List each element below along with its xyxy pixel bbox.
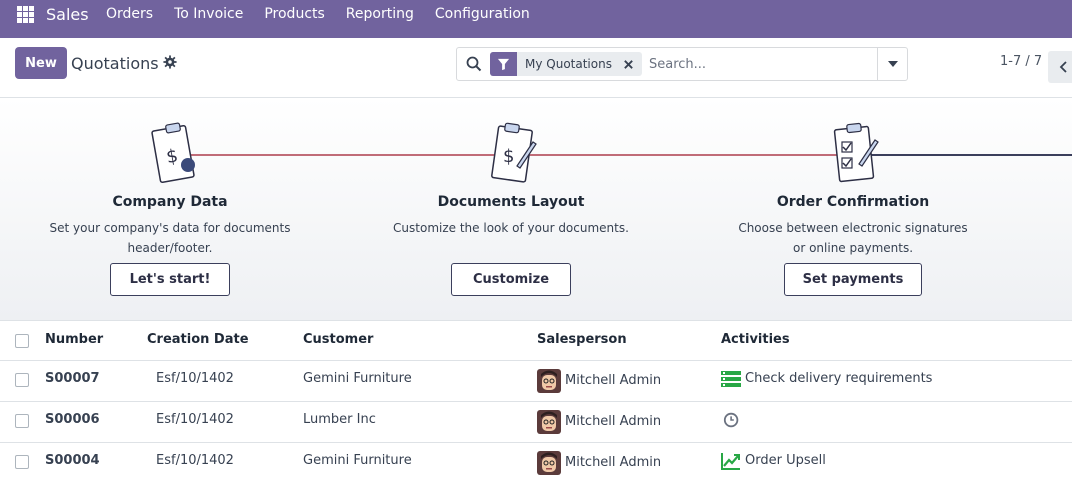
step-title: Company Data (112, 194, 228, 210)
creation-date: Esf/10/1402 (156, 453, 234, 468)
avatar (537, 451, 561, 475)
select-all-checkbox[interactable] (15, 334, 29, 348)
control-panel: New Quotations My Quotations Search... 1… (0, 38, 1072, 98)
apps-grid-icon[interactable] (17, 6, 34, 23)
avatar (537, 369, 561, 393)
new-button[interactable]: New (15, 47, 67, 79)
column-header-creation-date[interactable]: Creation Date (147, 332, 249, 347)
menu-item-configuration[interactable]: Configuration (435, 6, 530, 22)
caret-down-icon (887, 61, 898, 67)
customer-name: Lumber Inc (303, 412, 376, 427)
facet-label: My Quotations (525, 57, 612, 71)
step-description: Customize the look of your documents. (381, 218, 641, 238)
step-title: Order Confirmation (776, 194, 930, 210)
todo-list-icon[interactable] (721, 370, 741, 388)
step-description-line: header/footer. (127, 241, 213, 255)
onboarding-banner: $ Company Data Set your company's data f… (0, 98, 1072, 321)
activity-summary[interactable]: Order Upsell (745, 453, 826, 468)
salesperson-name: Mitchell Admin (565, 455, 662, 470)
svg-text:$: $ (503, 146, 514, 167)
quotations-table: Number Creation Date Customer Salesperso… (0, 321, 1072, 479)
search-input[interactable] (649, 52, 879, 76)
creation-date: Esf/10/1402 (156, 412, 234, 427)
clock-icon[interactable] (723, 411, 741, 429)
customize-button[interactable]: Customize (451, 263, 571, 296)
step-description-line: or online payments. (792, 241, 914, 255)
order-number: S00004 (45, 453, 100, 468)
order-number: S00006 (45, 412, 100, 427)
row-checkbox[interactable] (15, 373, 29, 387)
menu-item-reporting[interactable]: Reporting (346, 6, 414, 22)
top-navbar: Sales Orders To Invoice Products Reporti… (0, 0, 1072, 38)
step-description-line: Choose between electronic signatures (738, 221, 968, 235)
pager-previous-button[interactable] (1048, 51, 1072, 83)
salesperson-name: Mitchell Admin (565, 373, 662, 388)
set-payments-button[interactable]: Set payments (784, 263, 922, 296)
page-title: Quotations (71, 54, 159, 73)
customer-name: Gemini Furniture (303, 371, 412, 386)
search-bar: My Quotations (456, 47, 908, 81)
checklist-clipboard-icon (833, 122, 879, 183)
lets-start-button[interactable]: Let's start! (110, 263, 230, 296)
row-checkbox[interactable] (15, 455, 29, 469)
customer-name: Gemini Furniture (303, 453, 412, 468)
gear-icon[interactable] (163, 55, 177, 69)
menu-item-orders[interactable]: Orders (106, 6, 153, 22)
table-row[interactable]: S00006 Esf/10/1402 Lumber Inc Mitchell A… (0, 402, 1072, 443)
column-header-salesperson[interactable]: Salesperson (537, 332, 627, 347)
order-number: S00007 (45, 371, 100, 386)
step-description: Set your company's data for documents he… (40, 218, 300, 258)
menu-item-products[interactable]: Products (264, 6, 324, 22)
step-description: Choose between electronic signatures or … (723, 218, 983, 258)
table-row[interactable]: S00004 Esf/10/1402 Gemini Furniture Mitc… (0, 443, 1072, 479)
search-facet: My Quotations (490, 52, 642, 76)
clipboard-dollar-icon: $ (151, 122, 195, 183)
activity-summary[interactable]: Check delivery requirements (745, 371, 932, 386)
avatar (537, 410, 561, 434)
close-icon[interactable] (620, 52, 638, 76)
column-header-activities[interactable]: Activities (721, 332, 790, 347)
document-edit-icon: $ (491, 122, 537, 183)
table-header: Number Creation Date Customer Salesperso… (0, 321, 1072, 361)
menu-item-to-invoice[interactable]: To Invoice (174, 6, 243, 22)
creation-date: Esf/10/1402 (156, 371, 234, 386)
search-icon[interactable] (466, 56, 482, 72)
step-title: Documents Layout (437, 194, 585, 210)
step-description-line: Customize the look of your documents. (393, 221, 629, 235)
chevron-left-icon (1059, 61, 1067, 73)
column-header-number[interactable]: Number (45, 332, 103, 347)
column-header-customer[interactable]: Customer (303, 332, 373, 347)
app-brand[interactable]: Sales (46, 5, 89, 24)
main-menu: Orders To Invoice Products Reporting Con… (106, 6, 551, 22)
salesperson-name: Mitchell Admin (565, 414, 662, 429)
filter-icon (490, 52, 517, 76)
row-checkbox[interactable] (15, 414, 29, 428)
search-options-toggle[interactable] (877, 48, 907, 80)
pager-value[interactable]: 1-7 / 7 (1000, 54, 1042, 69)
progress-line-pending (853, 154, 1072, 156)
table-row[interactable]: S00007 Esf/10/1402 Gemini Furniture Mitc… (0, 361, 1072, 402)
step-description-line: Set your company's data for documents (49, 221, 291, 235)
trend-up-icon[interactable] (721, 452, 741, 470)
